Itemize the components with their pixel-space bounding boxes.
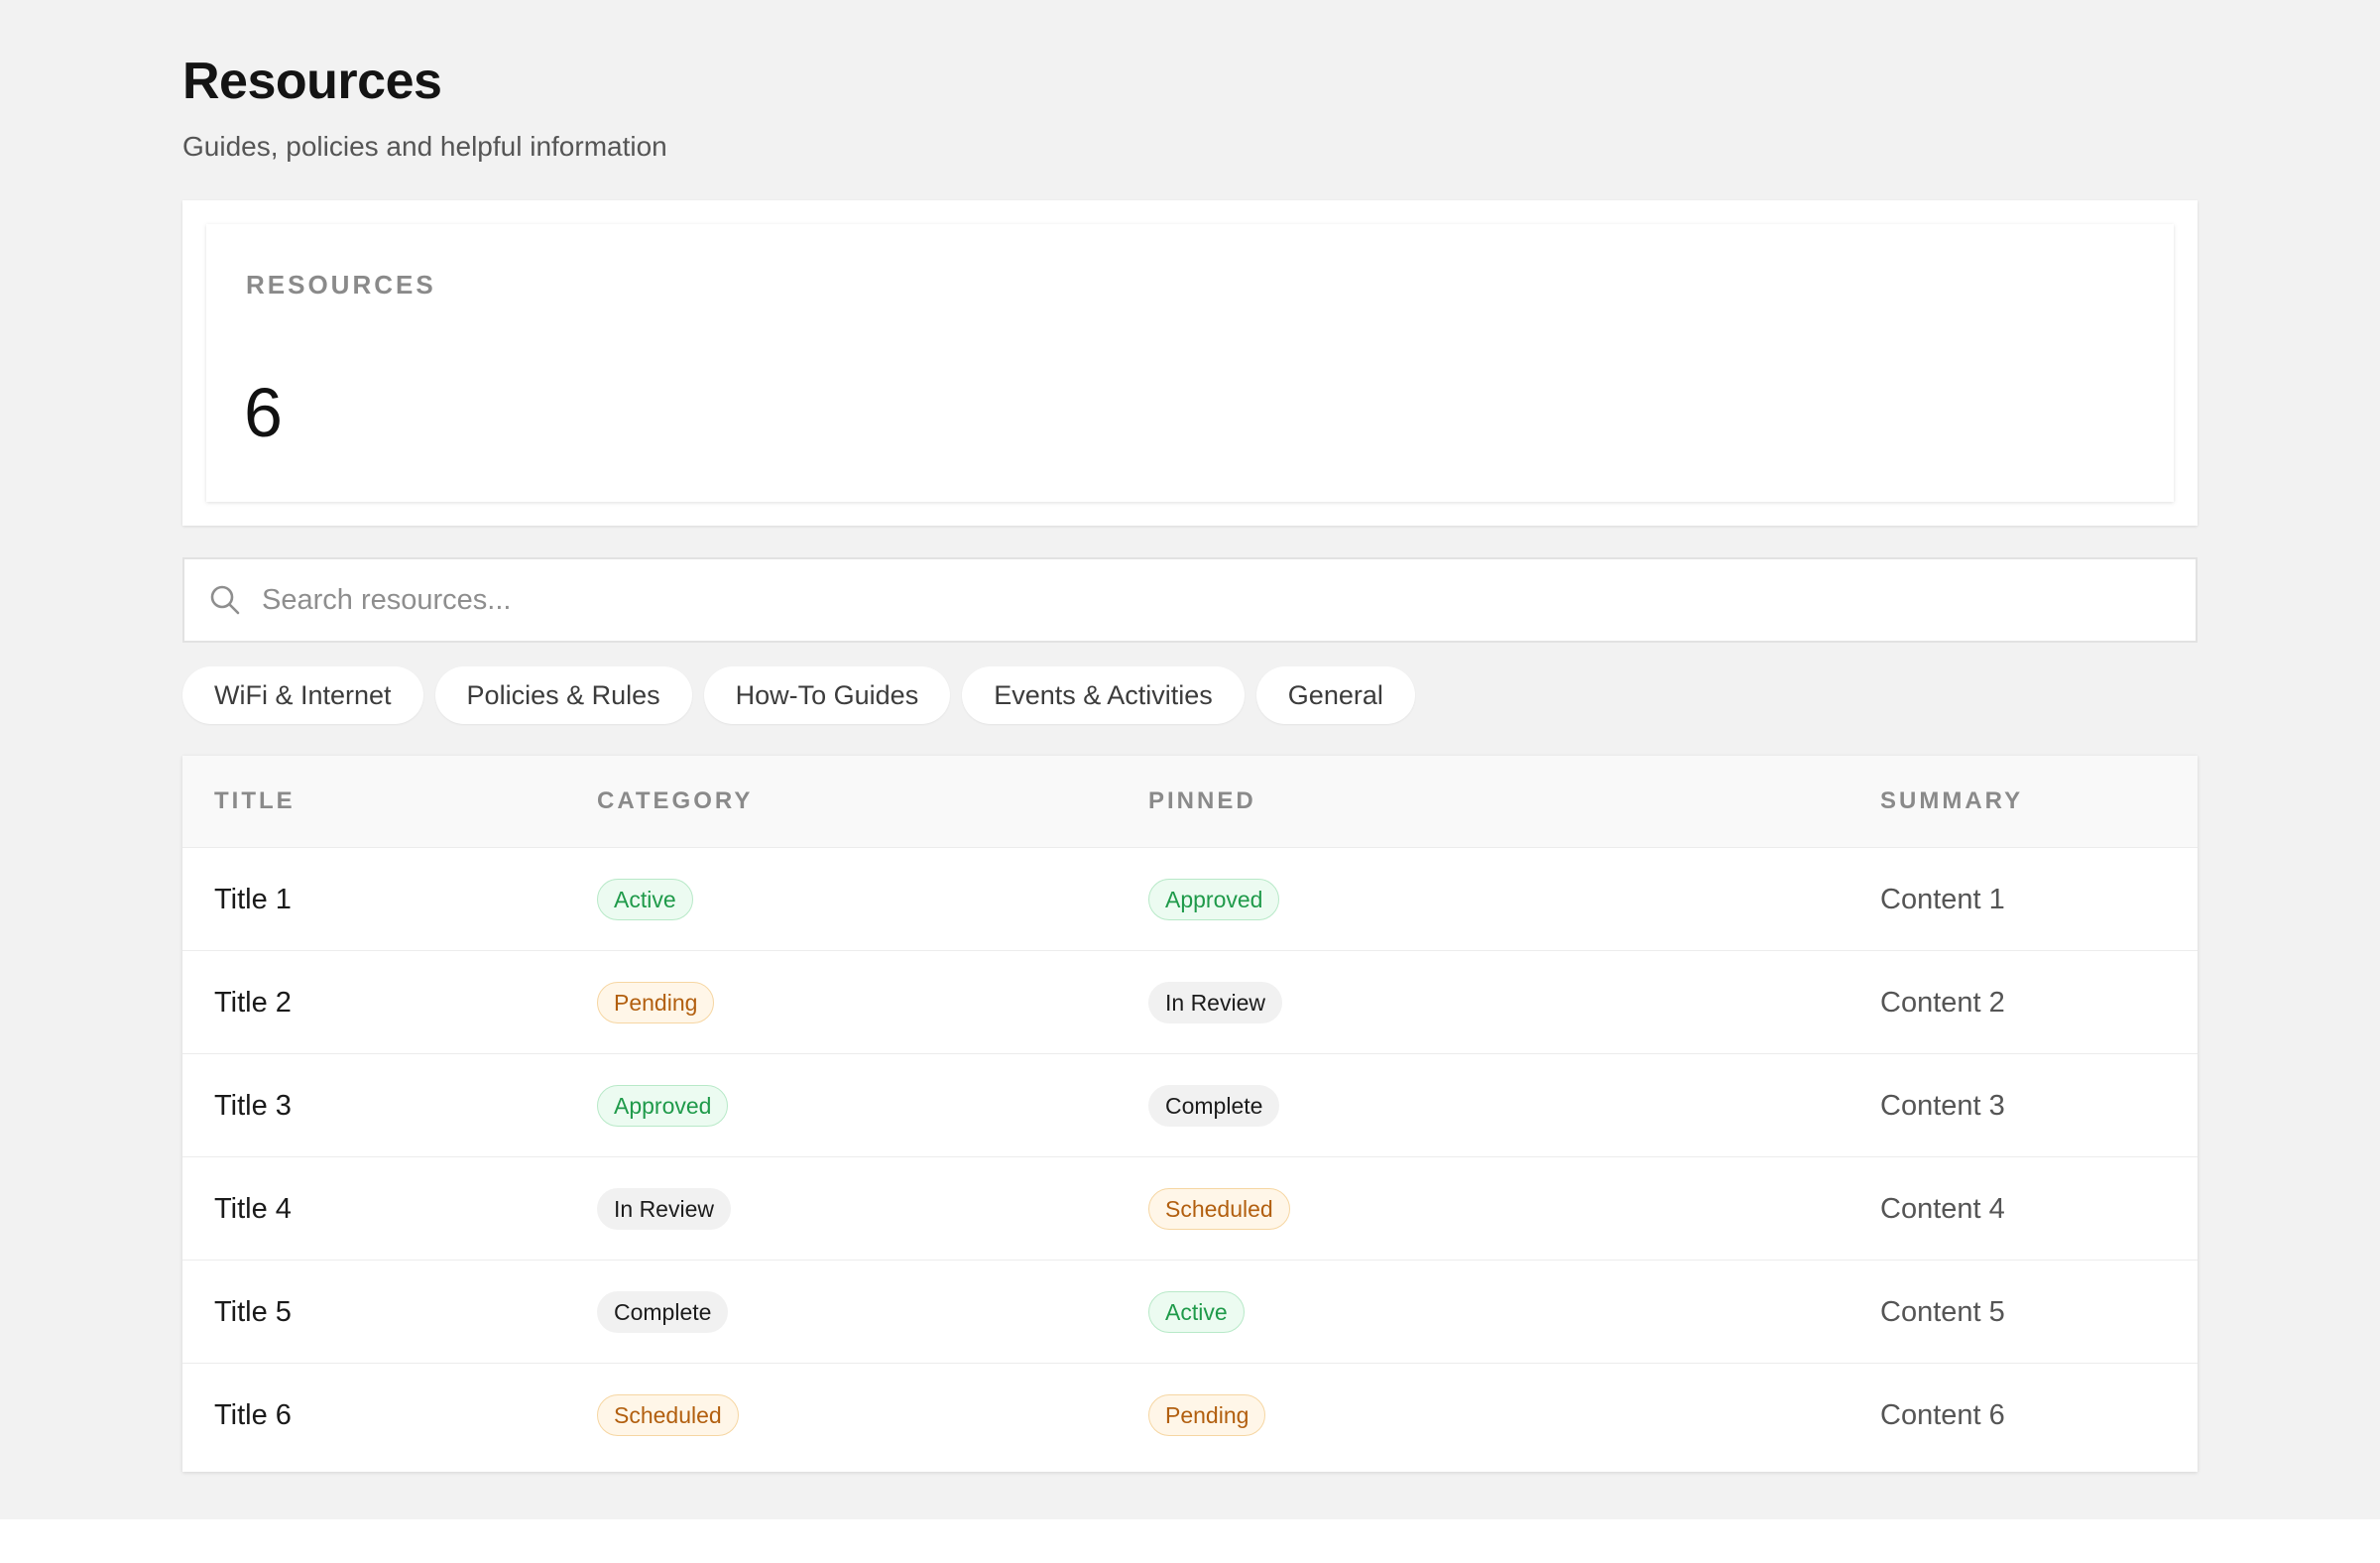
row-summary: Content 6	[1880, 1399, 2005, 1431]
category-badge: In Review	[597, 1188, 731, 1230]
category-badge: Active	[597, 879, 693, 920]
category-badge: Complete	[597, 1291, 729, 1333]
row-summary: Content 1	[1880, 884, 2005, 915]
page-title: Resources	[182, 53, 442, 110]
filter-chip-events-activities[interactable]: Events & Activities	[962, 666, 1245, 724]
table-row[interactable]: Title 4 In Review Scheduled Content 4	[182, 1156, 2198, 1260]
table-row[interactable]: Title 1 Active Approved Content 1	[182, 847, 2198, 950]
row-title: Title 1	[214, 884, 292, 915]
category-badge: Approved	[597, 1085, 729, 1127]
category-filters: WiFi & Internet Policies & Rules How-To …	[182, 666, 1415, 724]
row-summary: Content 4	[1880, 1193, 2005, 1225]
row-summary: Content 2	[1880, 987, 2005, 1019]
pinned-badge: Approved	[1148, 879, 1280, 920]
search-box[interactable]	[182, 557, 2198, 643]
pinned-badge: Complete	[1148, 1085, 1280, 1127]
search-input[interactable]	[262, 559, 2166, 641]
search-icon	[210, 585, 240, 615]
table-row[interactable]: Title 3 Approved Complete Content 3	[182, 1053, 2198, 1156]
table-header: TITLE CATEGORY PINNED SUMMARY	[182, 756, 2198, 847]
filter-chip-how-to-guides[interactable]: How-To Guides	[703, 666, 951, 724]
stat-label: RESOURCES	[246, 270, 436, 300]
table-row[interactable]: Title 2 Pending In Review Content 2	[182, 950, 2198, 1053]
resources-stat-card: RESOURCES 6	[206, 224, 2174, 502]
row-title: Title 2	[214, 987, 292, 1019]
pinned-badge: Pending	[1148, 1394, 1266, 1436]
stat-value: 6	[244, 374, 283, 451]
pinned-badge: In Review	[1148, 982, 1282, 1023]
stats-panel: RESOURCES 6	[182, 200, 2198, 526]
app-background: Resources Guides, policies and helpful i…	[0, 0, 2380, 1519]
row-summary: Content 3	[1880, 1090, 2005, 1122]
row-title: Title 4	[214, 1193, 292, 1225]
table-row[interactable]: Title 6 Scheduled Pending Content 6	[182, 1363, 2198, 1466]
pinned-badge: Scheduled	[1148, 1188, 1290, 1230]
filter-chip-policies-rules[interactable]: Policies & Rules	[434, 666, 692, 724]
resources-table: TITLE CATEGORY PINNED SUMMARY Title 1 Ac…	[182, 756, 2198, 1472]
column-header-pinned[interactable]: PINNED	[1148, 787, 1256, 815]
table-row[interactable]: Title 5 Complete Active Content 5	[182, 1260, 2198, 1363]
filter-chip-wifi-internet[interactable]: WiFi & Internet	[182, 666, 423, 724]
column-header-summary[interactable]: SUMMARY	[1880, 787, 2023, 815]
column-header-title[interactable]: TITLE	[214, 787, 296, 815]
row-title: Title 5	[214, 1296, 292, 1328]
row-summary: Content 5	[1880, 1296, 2005, 1328]
page-subtitle: Guides, policies and helpful information	[182, 131, 667, 162]
column-header-category[interactable]: CATEGORY	[597, 787, 753, 815]
row-title: Title 3	[214, 1090, 292, 1122]
filter-chip-general[interactable]: General	[1255, 666, 1415, 724]
pinned-badge: Active	[1148, 1291, 1245, 1333]
category-badge: Scheduled	[597, 1394, 739, 1436]
row-title: Title 6	[214, 1399, 292, 1431]
category-badge: Pending	[597, 982, 715, 1023]
